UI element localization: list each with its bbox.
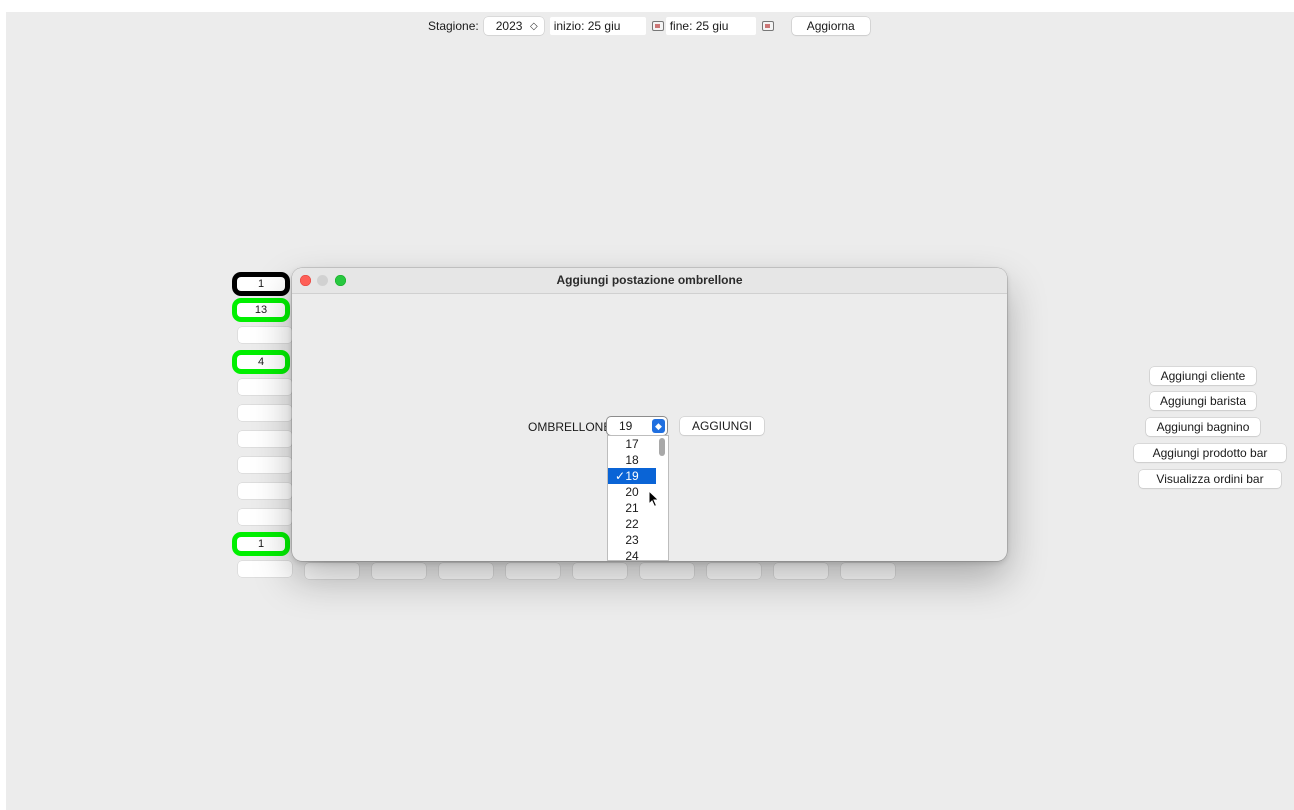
dropdown-option[interactable]: 22	[608, 516, 656, 532]
calendar-icon[interactable]	[761, 21, 774, 31]
dialog-title: Aggiungi postazione ombrellone	[556, 273, 743, 287]
checkmark-icon: ✓	[615, 469, 626, 483]
umbrella-cell[interactable]	[506, 563, 560, 579]
start-date-field[interactable]: inizio: 25 giu	[549, 17, 646, 35]
dropdown-option-selected[interactable]: ✓ 19	[608, 468, 656, 484]
season-select[interactable]: 2023 ◇	[483, 17, 544, 35]
add-umbrella-dialog: Aggiungi postazione ombrellone OMBRELLON…	[292, 268, 1007, 561]
umbrella-cell[interactable]	[238, 561, 292, 577]
dropdown-option[interactable]: 24	[608, 548, 656, 560]
umbrella-cell[interactable]	[238, 379, 292, 395]
top-toolbar: Stagione: 2023 ◇ inizio: 25 giu fine: 25…	[428, 16, 870, 36]
umbrella-cell[interactable]	[841, 563, 895, 579]
umbrella-cell[interactable]	[238, 405, 292, 421]
end-date-field[interactable]: fine: 25 giu	[665, 17, 756, 35]
umbrella-cell[interactable]	[238, 431, 292, 447]
dialog-titlebar: Aggiungi postazione ombrellone	[292, 268, 1007, 294]
add-lifeguard-button[interactable]: Aggiungi bagnino	[1146, 418, 1260, 436]
umbrella-cell[interactable]: 1	[237, 277, 285, 291]
dropdown-option[interactable]: 23	[608, 532, 656, 548]
add-umbrella-button[interactable]: AGGIUNGI	[680, 417, 764, 435]
umbrella-cell[interactable]	[573, 563, 627, 579]
start-date-text: inizio: 25 giu	[553, 19, 621, 33]
umbrella-label: OMBRELLONE	[528, 420, 612, 434]
umbrella-cell[interactable]: 1	[237, 537, 285, 551]
umbrella-cell[interactable]	[372, 563, 426, 579]
umbrella-cell[interactable]	[238, 483, 292, 499]
mouse-pointer-icon	[648, 490, 660, 508]
dropdown-option[interactable]: 17	[608, 436, 656, 452]
season-label: Stagione:	[428, 19, 479, 33]
umbrella-cell[interactable]	[439, 563, 493, 579]
umbrella-cell[interactable]	[707, 563, 761, 579]
refresh-button[interactable]: Aggiorna	[791, 17, 870, 35]
umbrella-cell[interactable]: 13	[237, 303, 285, 317]
add-bar-product-button[interactable]: Aggiungi prodotto bar	[1134, 444, 1286, 462]
chevron-updown-icon: ◇	[530, 20, 538, 32]
umbrella-cell[interactable]	[305, 563, 359, 579]
umbrella-cell[interactable]	[238, 457, 292, 473]
season-value: 2023	[495, 19, 523, 33]
chevron-updown-icon: ◆	[652, 419, 665, 433]
umbrella-cell[interactable]	[238, 327, 292, 343]
umbrella-cell[interactable]	[640, 563, 694, 579]
umbrella-cell[interactable]	[238, 509, 292, 525]
dropdown-option-label: 19	[625, 469, 639, 483]
umbrella-select[interactable]: 19 ◆	[607, 417, 667, 435]
umbrella-selected-value: 19	[619, 419, 633, 433]
view-bar-orders-button[interactable]: Visualizza ordini bar	[1139, 470, 1281, 488]
calendar-icon[interactable]	[651, 21, 664, 31]
end-date-text: fine: 25 giu	[669, 19, 729, 33]
umbrella-cell[interactable]: 4	[237, 355, 285, 369]
dropdown-scrollbar[interactable]	[659, 438, 665, 456]
add-customer-button[interactable]: Aggiungi cliente	[1150, 367, 1256, 385]
umbrella-cell[interactable]	[774, 563, 828, 579]
add-barista-button[interactable]: Aggiungi barista	[1150, 392, 1256, 410]
dropdown-option[interactable]: 18	[608, 452, 656, 468]
